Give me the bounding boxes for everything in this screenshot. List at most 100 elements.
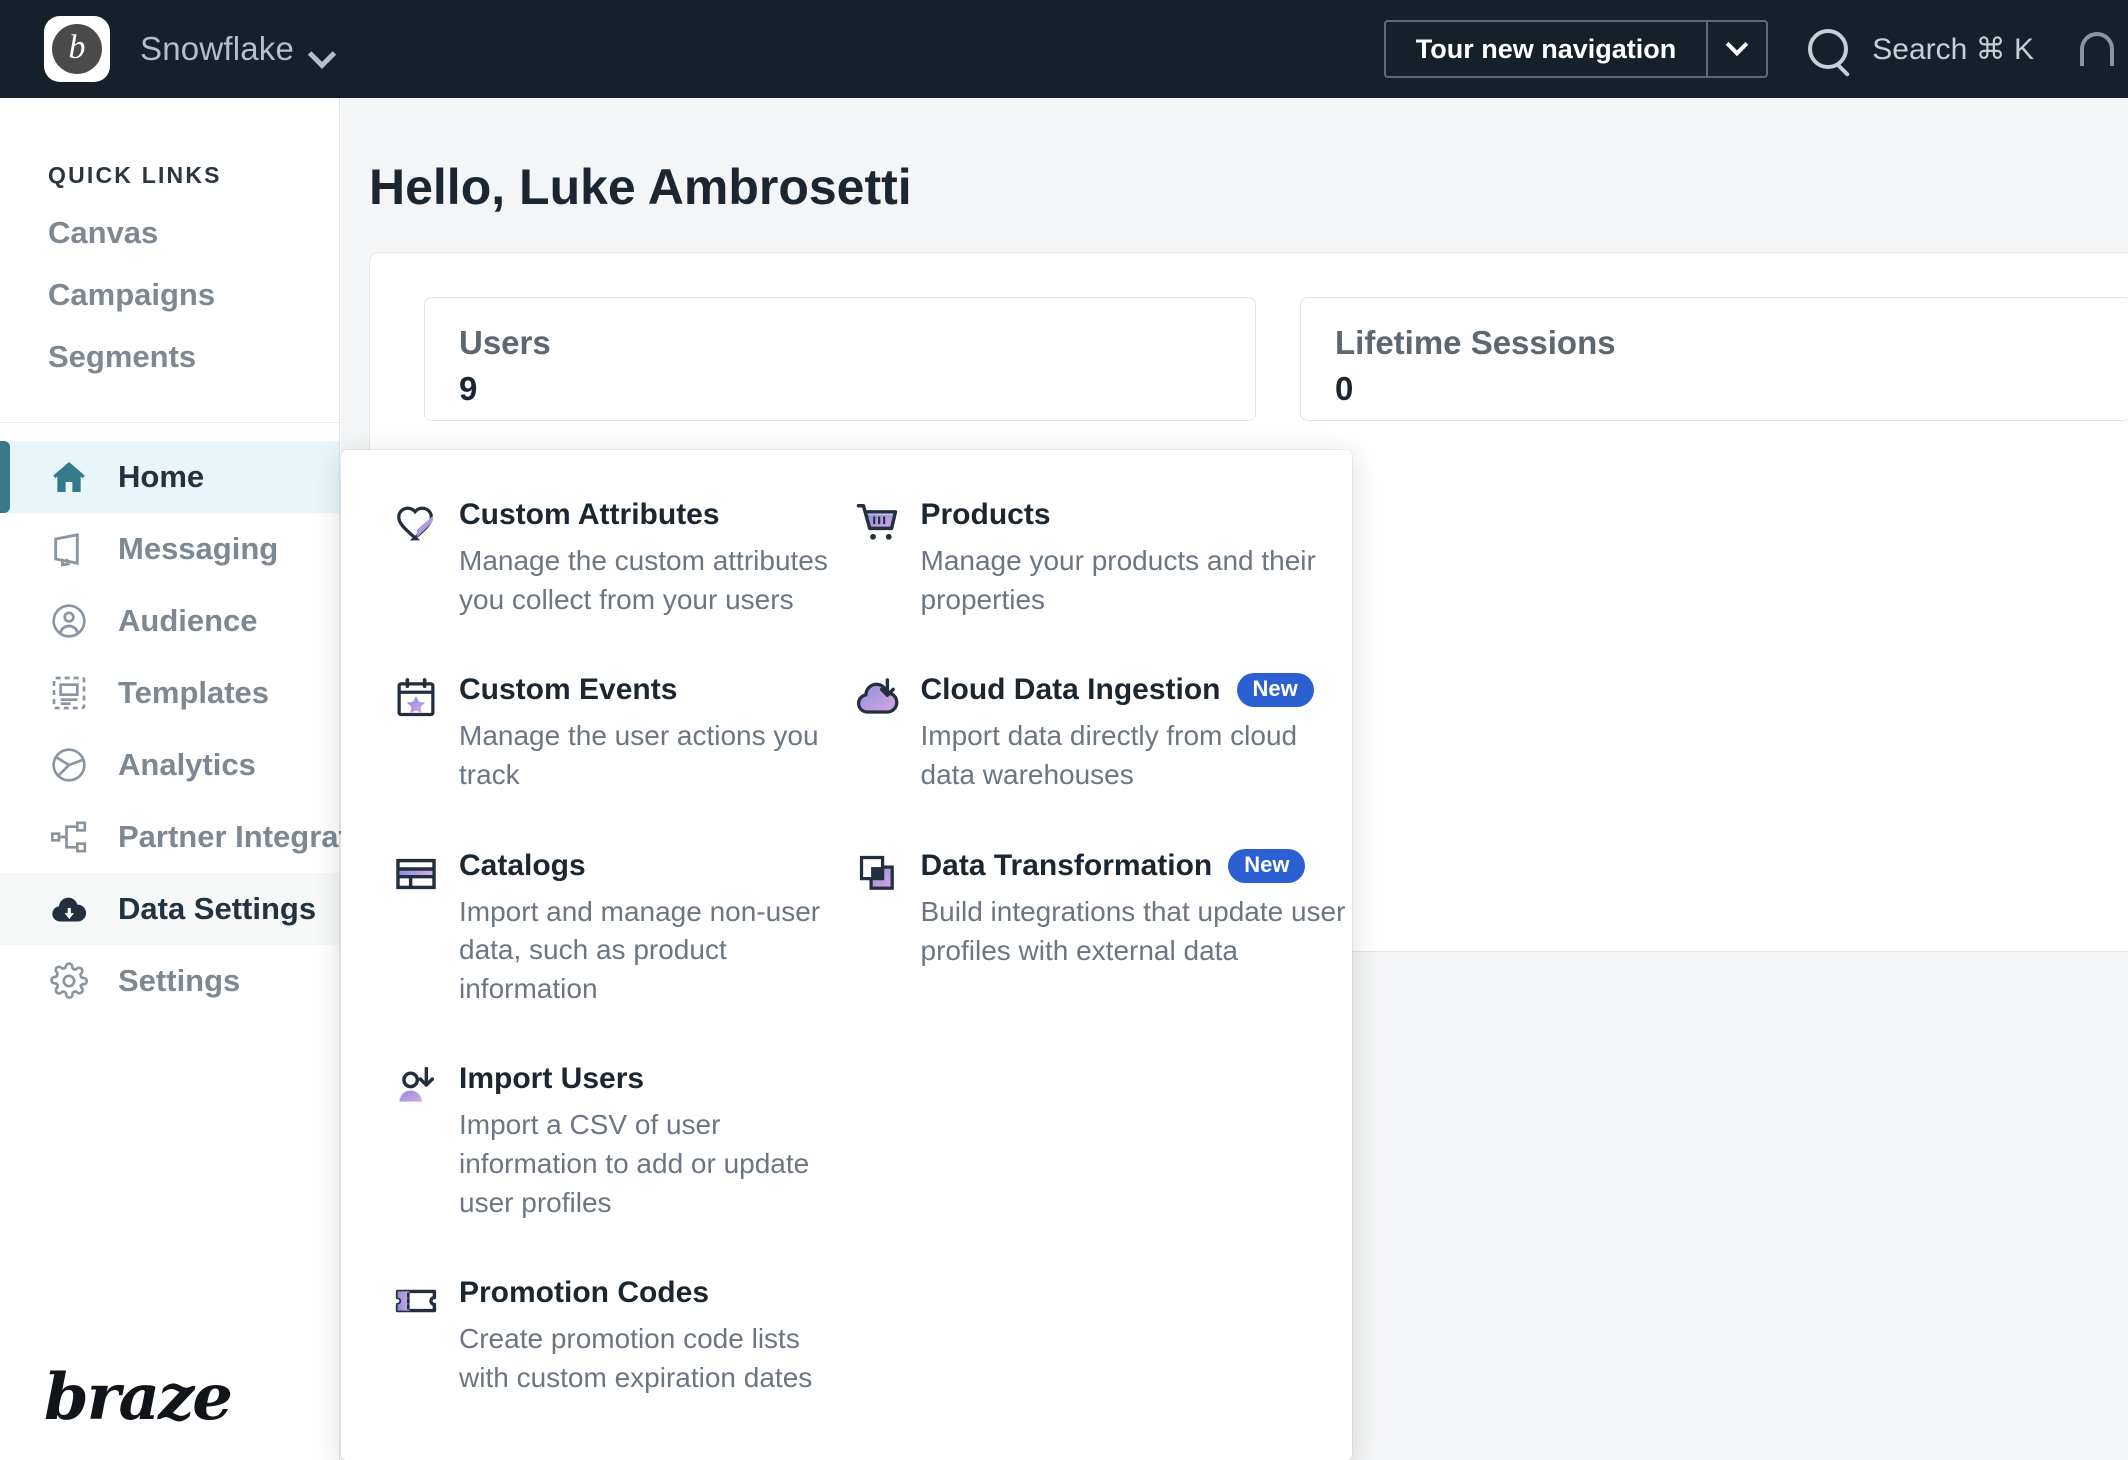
menu-item-title: Catalogs: [459, 849, 586, 883]
sidebar-item-templates[interactable]: Templates: [0, 657, 339, 729]
menu-item-cloud-data-ingestion[interactable]: Cloud Data Ingestion New Import data dir…: [855, 673, 1353, 794]
menu-item-title: Import Users: [459, 1062, 644, 1096]
sidebar-item-label: Audience: [118, 603, 258, 639]
calendar-star-icon: [393, 673, 439, 719]
quick-link-canvas[interactable]: Canvas: [48, 189, 339, 251]
sidebar-item-settings[interactable]: Settings: [0, 945, 339, 1017]
shopping-cart-icon: [855, 498, 901, 544]
menu-item-title: Custom Events: [459, 673, 677, 707]
braze-app-logo: b: [44, 16, 110, 82]
table-icon: [393, 849, 439, 895]
notifications-button[interactable]: [2080, 32, 2114, 66]
sidebar-item-messaging[interactable]: Messaging: [0, 513, 339, 585]
sidebar-item-home[interactable]: Home: [0, 441, 339, 513]
menu-item-title-row: Cloud Data Ingestion New: [921, 673, 1353, 707]
menu-item-description: Manage your products and their propertie…: [921, 542, 1353, 619]
menu-item-title: Cloud Data Ingestion: [921, 673, 1221, 707]
global-search[interactable]: Search ⌘ K: [1808, 29, 2034, 69]
menu-item-custom-events[interactable]: Custom Events Manage the user actions yo…: [393, 673, 847, 794]
sidebar-item-label: Settings: [118, 963, 240, 999]
sidebar-item-partner-integrations[interactable]: Partner Integrations: [0, 801, 339, 873]
sidebar-item-label: Analytics: [118, 747, 256, 783]
user-import-icon: [393, 1062, 439, 1108]
flyout-right-column: Products Manage your products and their …: [847, 498, 1353, 1460]
tour-dropdown-toggle[interactable]: [1708, 22, 1766, 76]
stat-value: 9: [459, 370, 1255, 408]
pie-chart-icon: [48, 744, 90, 786]
menu-item-body: Catalogs Import and manage non-user data…: [459, 849, 847, 1009]
sidebar-nav: Home Messaging Audience Templates: [0, 423, 339, 1017]
workspace-switcher[interactable]: b Snowflake: [44, 16, 312, 82]
stat-value: 0: [1335, 370, 2128, 408]
search-label: Search ⌘ K: [1872, 32, 2034, 67]
menu-item-import-users[interactable]: Import Users Import a CSV of user inform…: [393, 1062, 847, 1222]
menu-item-title-row: Custom Events: [459, 673, 847, 707]
stat-card-users: Users 9: [424, 297, 1256, 421]
sidebar-item-analytics[interactable]: Analytics: [0, 729, 339, 801]
data-settings-flyout-menu: Custom Attributes Manage the custom attr…: [341, 450, 1352, 1460]
heart-icon: [393, 498, 439, 544]
menu-item-description: Manage the custom attributes you collect…: [459, 542, 847, 619]
braze-wordmark: braze: [44, 1360, 231, 1435]
menu-item-body: Products Manage your products and their …: [921, 498, 1353, 619]
menu-item-description: Import data directly from cloud data war…: [921, 717, 1353, 794]
menu-item-data-transformation[interactable]: Data Transformation New Build integratio…: [855, 849, 1353, 970]
quick-link-segments[interactable]: Segments: [48, 313, 339, 375]
workspace-name: Snowflake: [140, 30, 294, 68]
tour-button-label: Tour new navigation: [1386, 22, 1707, 76]
sidebar-item-audience[interactable]: Audience: [0, 585, 339, 657]
flyout-left-column: Custom Attributes Manage the custom attr…: [341, 498, 847, 1460]
menu-item-title: Custom Attributes: [459, 498, 720, 532]
menu-item-description: Build integrations that update user prof…: [921, 893, 1353, 970]
menu-item-title-row: Custom Attributes: [459, 498, 847, 532]
quick-link-campaigns[interactable]: Campaigns: [48, 251, 339, 313]
cloud-download-icon: [48, 888, 90, 930]
braze-logo-letter: b: [52, 24, 102, 74]
menu-item-title: Data Transformation: [921, 849, 1213, 883]
status-badge-new: New: [1228, 849, 1305, 883]
menu-item-title-row: Catalogs: [459, 849, 847, 883]
integrations-icon: [48, 816, 90, 858]
menu-item-title: Promotion Codes: [459, 1276, 709, 1310]
status-badge-new: New: [1237, 673, 1314, 707]
sidebar: QUICK LINKS Canvas Campaigns Segments Ho…: [0, 98, 340, 1460]
menu-item-title-row: Data Transformation New: [921, 849, 1353, 883]
menu-item-promotion-codes[interactable]: Promotion Codes Create promotion code li…: [393, 1276, 847, 1397]
sidebar-item-label: Data Settings: [118, 891, 316, 927]
menu-item-body: Promotion Codes Create promotion code li…: [459, 1276, 847, 1397]
quick-links-heading: QUICK LINKS: [48, 162, 339, 189]
menu-item-title-row: Promotion Codes: [459, 1276, 847, 1310]
stat-card-lifetime-sessions: Lifetime Sessions 0: [1300, 297, 2128, 421]
page-title: Hello, Luke Ambrosetti: [369, 158, 2128, 216]
menu-item-body: Import Users Import a CSV of user inform…: [459, 1062, 847, 1222]
template-icon: [48, 672, 90, 714]
ticket-icon: [393, 1276, 439, 1322]
user-circle-icon: [48, 600, 90, 642]
tour-new-navigation-button[interactable]: Tour new navigation: [1384, 20, 1769, 78]
squares-overlap-icon: [855, 849, 901, 895]
menu-item-body: Custom Events Manage the user actions yo…: [459, 673, 847, 794]
menu-item-title-row: Products: [921, 498, 1353, 532]
gear-icon: [48, 960, 90, 1002]
menu-item-description: Create promotion code lists with custom …: [459, 1320, 847, 1397]
menu-item-products[interactable]: Products Manage your products and their …: [855, 498, 1353, 619]
menu-item-catalogs[interactable]: Catalogs Import and manage non-user data…: [393, 849, 847, 1009]
menu-item-body: Cloud Data Ingestion New Import data dir…: [921, 673, 1353, 794]
menu-item-title-row: Import Users: [459, 1062, 847, 1096]
menu-item-body: Data Transformation New Build integratio…: [921, 849, 1353, 970]
menu-item-description: Import a CSV of user information to add …: [459, 1106, 847, 1222]
sidebar-item-label: Home: [118, 459, 204, 495]
sidebar-item-label: Templates: [118, 675, 269, 711]
megaphone-icon: [48, 528, 90, 570]
menu-item-description: Import and manage non-user data, such as…: [459, 893, 847, 1009]
menu-item-custom-attributes[interactable]: Custom Attributes Manage the custom attr…: [393, 498, 847, 619]
stat-label: Lifetime Sessions: [1335, 324, 2128, 362]
home-icon: [48, 456, 90, 498]
top-navigation-bar: b Snowflake Tour new navigation Search ⌘…: [0, 0, 2128, 98]
menu-item-description: Manage the user actions you track: [459, 717, 847, 794]
sidebar-item-data-settings[interactable]: Data Settings: [0, 873, 339, 945]
menu-item-title: Products: [921, 498, 1051, 532]
stat-label: Users: [459, 324, 1255, 362]
sidebar-item-label: Messaging: [118, 531, 278, 567]
menu-item-body: Custom Attributes Manage the custom attr…: [459, 498, 847, 619]
